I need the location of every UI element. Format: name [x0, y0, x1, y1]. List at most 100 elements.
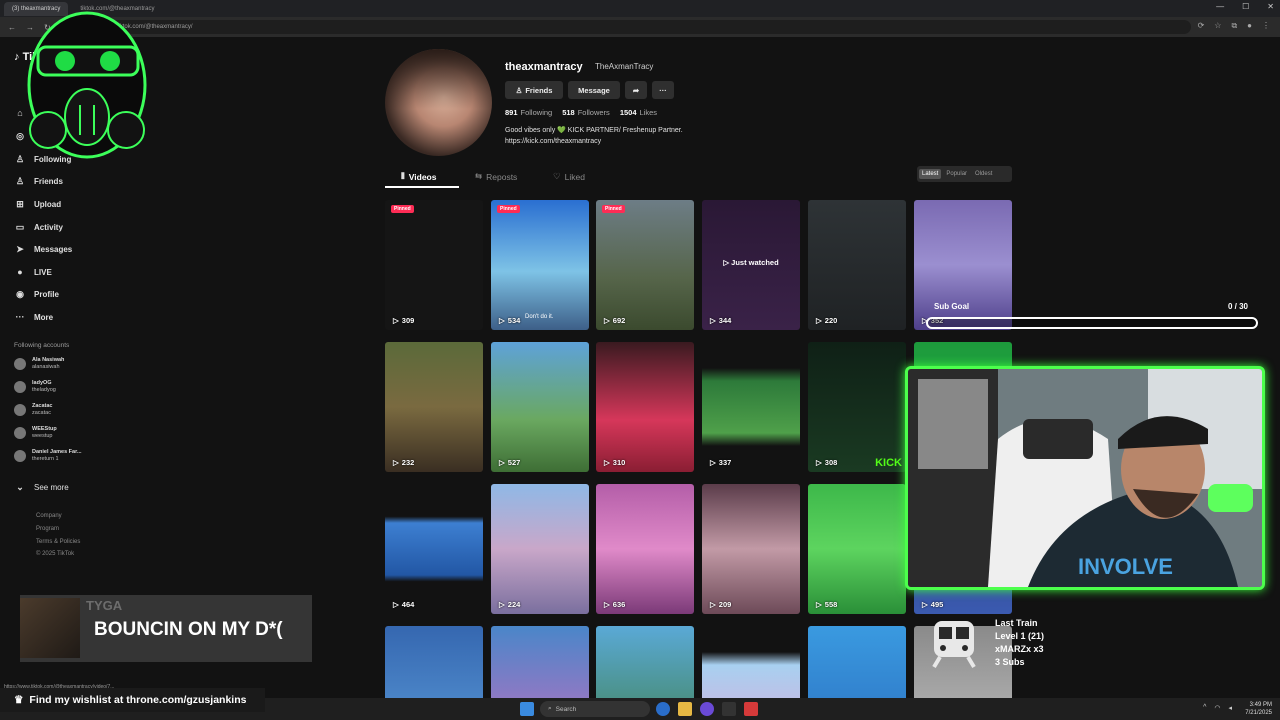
- sub-goal-widget: Sub Goal 0 / 30: [922, 300, 1260, 334]
- footer-link-terms[interactable]: Terms & Policies: [36, 539, 80, 545]
- following-account[interactable]: Zacatac zacatac: [14, 403, 53, 417]
- taskbar-clock[interactable]: 3:49 PM 7/21/2025: [1245, 701, 1272, 717]
- see-more-button[interactable]: ⌄ See more: [14, 481, 68, 493]
- sub-goal-count: 0 / 30: [1227, 302, 1248, 311]
- video-thumbnail[interactable]: ▷ 224: [491, 484, 589, 614]
- play-icon: ▷: [604, 600, 610, 609]
- window-controls: — ☐ ✕: [1216, 2, 1274, 11]
- taskbar-search[interactable]: ⌕ Search: [540, 701, 650, 717]
- account-handle: alanasiwah: [32, 364, 60, 370]
- sidebar-item-profile[interactable]: ◉ Profile: [14, 288, 59, 300]
- play-icon: ▷: [816, 600, 822, 609]
- sidebar-item-messages[interactable]: ➤ Messages: [14, 243, 72, 255]
- video-play-count: ▷ 337: [710, 458, 732, 467]
- video-thumbnail[interactable]: ▷ 310: [596, 342, 694, 472]
- tab-liked[interactable]: ♡ Liked: [553, 171, 585, 182]
- video-thumbnail[interactable]: Pinned Don't do it. ▷ 534: [491, 200, 589, 330]
- bio-link[interactable]: https://kick.com/theaxmantracy: [505, 136, 683, 147]
- folder-icon[interactable]: [678, 702, 692, 716]
- following-account[interactable]: Ala Nasiwah alanasiwah: [14, 357, 64, 371]
- sort-latest[interactable]: Latest: [919, 169, 942, 179]
- message-button-label: Message: [578, 85, 610, 95]
- start-icon[interactable]: [520, 702, 534, 716]
- following-stat[interactable]: 891 Following: [505, 108, 552, 117]
- edge-icon[interactable]: [656, 702, 670, 716]
- share-button[interactable]: ➦: [625, 81, 647, 99]
- profile-icon[interactable]: ●: [1247, 21, 1252, 31]
- video-play-count: ▷ 209: [710, 600, 732, 609]
- video-play-count: ▷ 344: [710, 316, 732, 325]
- video-thumbnail[interactable]: ▷ 464: [385, 484, 483, 614]
- train-subs: 3 Subs: [995, 657, 1025, 667]
- webcam-overlay: INVOLVE: [905, 366, 1265, 590]
- video-play-count: ▷ 224: [499, 600, 521, 609]
- url-field[interactable]: tiktok.com/@theaxmantracy/: [110, 20, 1191, 34]
- footer-link-program[interactable]: Program: [36, 526, 59, 532]
- video-thumbnail[interactable]: KICK ▷ 308: [808, 342, 906, 472]
- video-thumbnail[interactable]: ▷ 636: [596, 484, 694, 614]
- play-icon: ▷: [710, 600, 716, 609]
- following-accounts-title: Following accounts: [14, 342, 70, 349]
- app-icon[interactable]: [722, 702, 736, 716]
- friends-button[interactable]: ♙ Friends: [505, 81, 563, 99]
- train-icon: [932, 621, 976, 669]
- maximize-button[interactable]: ☐: [1242, 2, 1249, 11]
- webcam-feed: INVOLVE: [908, 369, 1262, 587]
- video-thumbnail[interactable]: Pinned ▷ 309: [385, 200, 483, 330]
- sidebar-item-more[interactable]: ··· More: [14, 311, 54, 323]
- extensions-icon[interactable]: ⧉: [1231, 21, 1237, 31]
- profile-bio: Good vibes only 💚 KICK PARTNER/ Freshenu…: [505, 125, 683, 147]
- back-icon[interactable]: ←: [8, 23, 16, 32]
- video-play-count: ▷ 495: [922, 600, 944, 609]
- profile-stats: 891 Following 518 Followers 1504 Likes: [505, 108, 657, 117]
- sidebar-item-label: More: [34, 312, 54, 322]
- more-options-button[interactable]: ···: [652, 81, 674, 99]
- chevron-up-icon[interactable]: ^: [1203, 704, 1206, 712]
- video-thumbnail[interactable]: ▷ 558: [808, 484, 906, 614]
- hype-train-widget: Last Train Level 1 (21) xMARZx x3 3 Subs: [928, 614, 1148, 674]
- video-play-count: ▷ 220: [816, 316, 838, 325]
- following-account[interactable]: Daniel James Far... thereturn 1: [14, 449, 82, 463]
- menu-icon[interactable]: ⋮: [1262, 21, 1270, 31]
- volume-icon[interactable]: ◂: [1228, 704, 1232, 712]
- play-icon: ▷: [922, 600, 928, 609]
- account-text: ladyOG theladyog: [32, 380, 56, 394]
- pinned-badge: Pinned: [497, 205, 520, 213]
- tab-videos[interactable]: ⦀ Videos: [401, 171, 436, 182]
- video-thumbnail[interactable]: ▷ 232: [385, 342, 483, 472]
- sort-popular[interactable]: Popular: [943, 169, 970, 179]
- refresh-icon[interactable]: ⟳: [1198, 21, 1205, 31]
- sidebar-item-friends[interactable]: ♙ Friends: [14, 175, 63, 187]
- sidebar-item-live[interactable]: ● LIVE: [14, 266, 52, 278]
- just-watched-label: ▷ Just watched: [723, 258, 779, 267]
- video-thumbnail[interactable]: ▷ 337: [702, 342, 800, 472]
- video-thumbnail[interactable]: ▷ Just watched ▷ 344: [702, 200, 800, 330]
- music-title: BOUNCIN ON MY D*(: [94, 619, 283, 640]
- video-thumbnail[interactable]: ▷ 220: [808, 200, 906, 330]
- tab-reposts[interactable]: ⇆ Reposts: [475, 171, 517, 182]
- account-handle: theladyog: [32, 387, 56, 393]
- wifi-icon[interactable]: ◠: [1214, 704, 1220, 712]
- play-icon: ▷: [710, 458, 716, 467]
- message-button[interactable]: Message: [568, 81, 620, 99]
- profile-avatar[interactable]: [385, 49, 492, 156]
- sidebar-item-label: LIVE: [34, 267, 52, 277]
- sort-oldest[interactable]: Oldest: [972, 169, 995, 179]
- footer-link-company[interactable]: Company: [36, 513, 62, 519]
- discord-icon[interactable]: [700, 702, 714, 716]
- minimize-button[interactable]: —: [1216, 2, 1224, 11]
- close-button[interactable]: ✕: [1267, 2, 1274, 11]
- following-account[interactable]: ladyOG theladyog: [14, 380, 56, 394]
- video-thumbnail[interactable]: Pinned ▷ 692: [596, 200, 694, 330]
- system-tray: ^ ◠ ◂: [1203, 704, 1232, 712]
- recording-app-icon[interactable]: [744, 702, 758, 716]
- video-thumbnail[interactable]: ▷ 527: [491, 342, 589, 472]
- star-icon[interactable]: ☆: [1214, 21, 1221, 31]
- following-account[interactable]: WEEStup weestup: [14, 426, 57, 440]
- followers-stat[interactable]: 518 Followers: [562, 108, 610, 117]
- sidebar-item-label: Friends: [34, 176, 63, 186]
- sidebar-item-activity[interactable]: ▭ Activity: [14, 221, 63, 233]
- sidebar-item-upload[interactable]: ⊞ Upload: [14, 198, 61, 210]
- screen: (3) theaxmantracy tiktok.com/@theaxmantr…: [0, 0, 1280, 720]
- video-thumbnail[interactable]: ▷ 209: [702, 484, 800, 614]
